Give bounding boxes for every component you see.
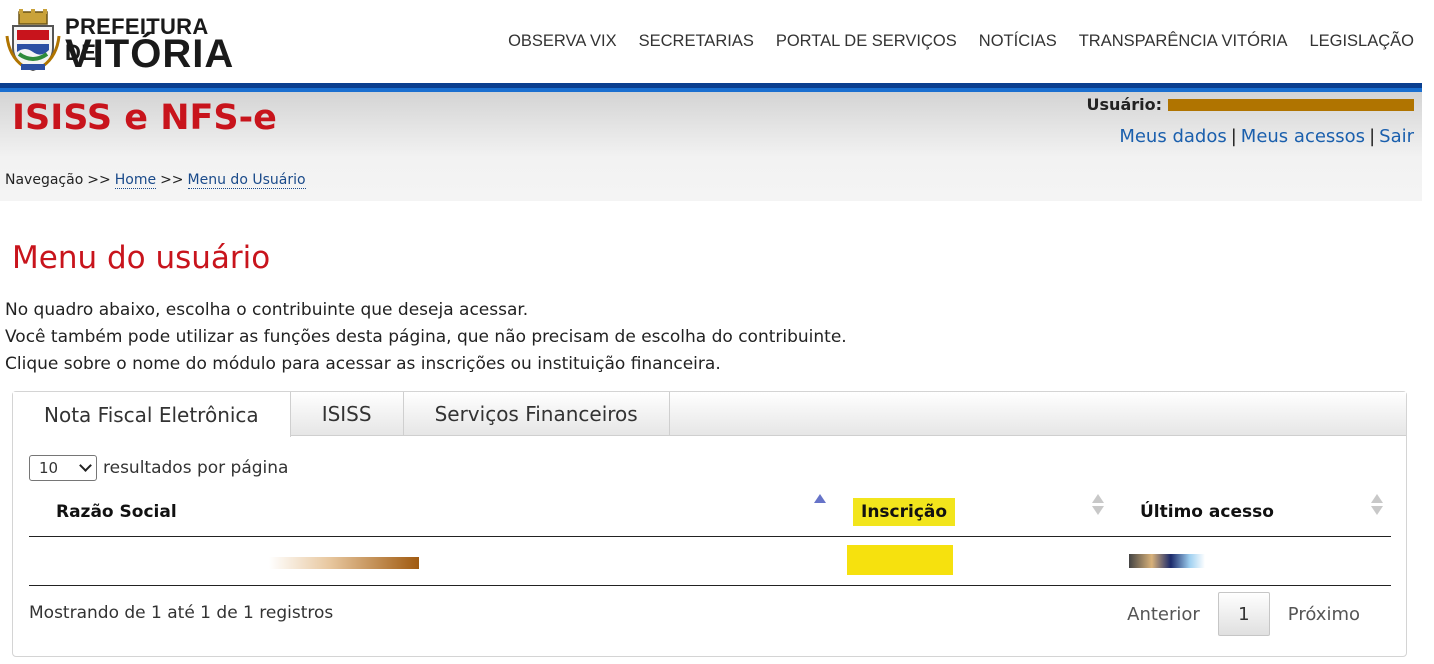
city-crest-icon xyxy=(5,9,61,72)
razao-social-redacted[interactable] xyxy=(269,557,419,569)
nav-portal-de-servicos[interactable]: PORTAL DE SERVIÇOS xyxy=(776,32,957,51)
table-row[interactable] xyxy=(29,537,1391,586)
col-razao-social-label: Razão Social xyxy=(56,502,177,522)
tab-nota-fiscal-eletronica[interactable]: Nota Fiscal Eletrônica xyxy=(13,392,291,437)
nav-legislacao[interactable]: LEGISLAÇÃO xyxy=(1309,32,1414,51)
tabs-panel: Nota Fiscal Eletrônica ISISS Serviços Fi… xyxy=(12,391,1407,657)
breadcrumb-label: Navegação xyxy=(5,172,84,188)
breadcrumb-home[interactable]: Home xyxy=(114,172,157,189)
next-page-button[interactable]: Próximo xyxy=(1270,604,1378,625)
pagination: Anterior 1 Próximo xyxy=(1109,592,1378,636)
logo-line2: VITÓRIA xyxy=(65,32,235,76)
user-links-separator: | xyxy=(1369,126,1376,147)
nav-observa-vix[interactable]: OBSERVA VIX xyxy=(508,32,617,51)
tab-servicos-financeiros[interactable]: Serviços Financeiros xyxy=(404,392,670,436)
ultimo-acesso-redacted xyxy=(1129,554,1205,568)
meus-dados-link[interactable]: Meus dados xyxy=(1119,126,1226,147)
breadcrumb-separator: >> xyxy=(87,172,111,188)
tab-bar: Nota Fiscal Eletrônica ISISS Serviços Fi… xyxy=(13,392,1406,437)
user-links-separator: | xyxy=(1230,126,1237,147)
page-title: Menu do usuário xyxy=(12,240,271,276)
col-inscricao-label: Inscrição xyxy=(853,498,956,526)
intro-line: Clique sobre o nome do módulo para acess… xyxy=(5,354,721,374)
intro-line: Você também pode utilizar as funções des… xyxy=(5,327,847,347)
nav-transparencia-vitoria[interactable]: TRANSPARÊNCIA VITÓRIA xyxy=(1079,32,1288,51)
col-razao-social[interactable]: Razão Social xyxy=(56,488,177,536)
intro-text: No quadro abaixo, escolha o contribuinte… xyxy=(5,297,847,378)
table-info: Mostrando de 1 até 1 de 1 registros xyxy=(29,603,334,623)
page-1-button[interactable]: 1 xyxy=(1217,592,1270,636)
inscricao-redacted[interactable] xyxy=(847,545,953,575)
user-label: Usuário: xyxy=(1086,95,1162,114)
app-header: ISISS e NFS-e Usuário: Meus dados | Meus a… xyxy=(0,92,1422,201)
page-length-select[interactable]: 10 xyxy=(29,455,97,481)
user-info: Usuário: xyxy=(1087,95,1414,114)
sair-link[interactable]: Sair xyxy=(1379,126,1414,147)
prefeitura-logo[interactable]: PREFEITURA DE VITÓRIA xyxy=(5,6,245,76)
user-links: Meus dados | Meus acessos | Sair xyxy=(1119,126,1414,147)
app-title: ISISS e NFS-e xyxy=(12,98,277,138)
nav-secretarias[interactable]: SECRETARIAS xyxy=(639,32,754,51)
prev-page-button[interactable]: Anterior xyxy=(1109,604,1218,625)
col-inscricao[interactable]: Inscrição xyxy=(853,488,956,536)
blue-divider xyxy=(0,83,1422,92)
top-bar: PREFEITURA DE VITÓRIA OBSERVA VIX SECRET… xyxy=(0,0,1422,83)
col-ultimo-acesso[interactable]: Último acesso xyxy=(1140,488,1274,536)
breadcrumb-separator: >> xyxy=(160,172,184,188)
sort-both-icon xyxy=(1371,494,1383,516)
table-header: Razão Social Inscrição Último acesso xyxy=(29,488,1391,537)
tab-isiss[interactable]: ISISS xyxy=(291,392,404,436)
intro-line: No quadro abaixo, escolha o contribuinte… xyxy=(5,300,529,320)
sort-asc-icon xyxy=(814,494,826,503)
sort-both-icon xyxy=(1092,494,1104,516)
page-length-value: 10 xyxy=(39,459,59,477)
breadcrumb: Navegação >> Home >> Menu do Usuário xyxy=(5,172,306,189)
nav-noticias[interactable]: NOTÍCIAS xyxy=(979,32,1057,51)
breadcrumb-menu-usuario[interactable]: Menu do Usuário xyxy=(187,172,306,189)
chevron-down-icon xyxy=(79,459,92,472)
col-ultimo-acesso-label: Último acesso xyxy=(1140,502,1274,522)
meus-acessos-link[interactable]: Meus acessos xyxy=(1241,126,1365,147)
user-name-redacted xyxy=(1168,98,1414,111)
page-length-label: resultados por página xyxy=(103,458,289,478)
top-nav: OBSERVA VIX SECRETARIAS PORTAL DE SERVIÇ… xyxy=(486,32,1414,51)
page-length-control: 10 resultados por página xyxy=(29,455,288,481)
